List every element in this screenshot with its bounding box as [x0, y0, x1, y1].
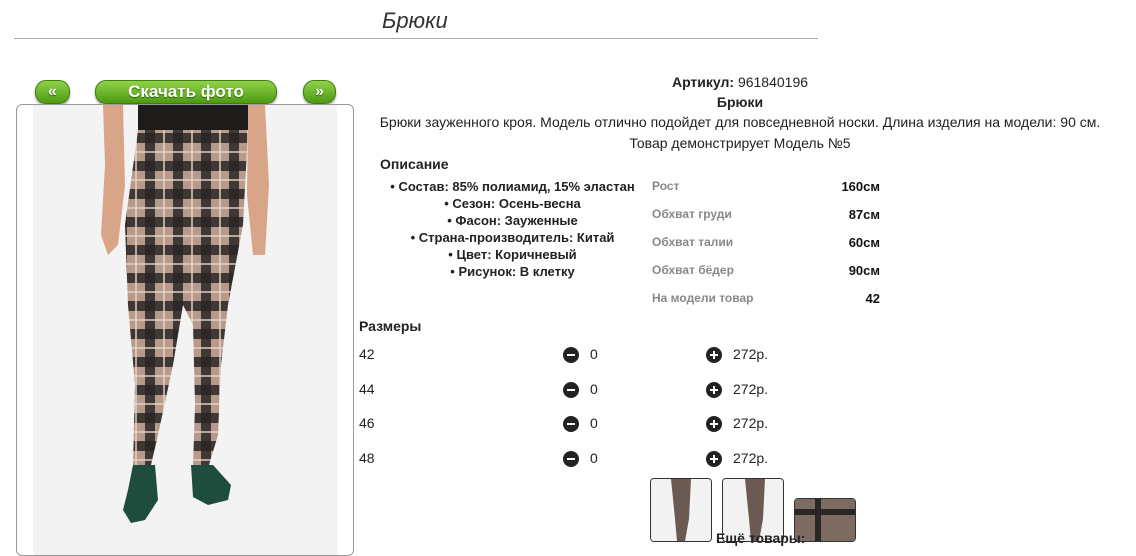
product-description: Брюки зауженного кроя. Модель отлично по… — [379, 114, 1101, 130]
size-label: 46 — [359, 415, 375, 431]
quantity-value: 0 — [590, 381, 598, 397]
quantity-value: 0 — [590, 415, 598, 431]
quantity-value: 0 — [590, 346, 598, 362]
description-item: Фасон: Зауженные — [375, 212, 650, 229]
quantity-value: 0 — [590, 450, 598, 466]
plus-circle-icon[interactable] — [706, 416, 722, 432]
minus-circle-icon[interactable] — [563, 416, 579, 432]
minus-circle-icon[interactable] — [563, 382, 579, 398]
size-row: 48 0 272р. — [359, 450, 799, 470]
download-photo-button[interactable]: Скачать фото — [95, 80, 277, 104]
measurement-value: 160см — [841, 179, 880, 194]
size-row: 44 0 272р. — [359, 381, 799, 401]
next-photo-button[interactable]: » — [303, 80, 336, 104]
product-photo[interactable] — [16, 104, 354, 556]
minus-circle-icon[interactable] — [563, 451, 579, 467]
more-products-heading: Ещё товары: — [716, 530, 806, 546]
size-label: 42 — [359, 346, 375, 362]
plus-circle-icon[interactable] — [706, 347, 722, 363]
description-item: Цвет: Коричневый — [375, 246, 650, 263]
description-item: Страна-производитель: Китай — [375, 229, 650, 246]
size-row: 46 0 272р. — [359, 415, 799, 435]
measurement-label: Обхват талии — [652, 235, 734, 249]
price: 272р. — [733, 450, 769, 466]
measurement-label: На модели товар — [652, 291, 754, 305]
title-divider — [14, 38, 818, 39]
measurement-value: 90см — [848, 263, 880, 278]
thumbnail-1[interactable] — [650, 478, 712, 542]
plus-circle-icon[interactable] — [706, 451, 722, 467]
description-item: Состав: 85% полиамид, 15% эластан — [375, 178, 650, 195]
product-name: Брюки — [716, 94, 764, 110]
sizes-heading: Размеры — [359, 318, 422, 334]
description-item: Сезон: Осень-весна — [375, 195, 650, 212]
measurement-label: Рост — [652, 179, 680, 193]
size-row: 42 0 272р. — [359, 346, 799, 366]
measurement-label: Обхват груди — [652, 207, 732, 221]
plus-circle-icon[interactable] — [706, 382, 722, 398]
size-label: 48 — [359, 450, 375, 466]
measurement-value: 42 — [865, 291, 880, 306]
minus-circle-icon[interactable] — [563, 347, 579, 363]
measurement-value: 60см — [848, 235, 880, 250]
article-label: Артикул: — [671, 74, 735, 90]
price: 272р. — [733, 415, 769, 431]
article-number: 961840196 — [737, 74, 809, 90]
price: 272р. — [733, 346, 769, 362]
prev-photo-button[interactable]: « — [35, 80, 70, 104]
measurement-label: Обхват бёдер — [652, 263, 734, 277]
description-heading: Описание — [380, 156, 449, 172]
size-label: 44 — [359, 381, 375, 397]
thumbnail-image — [651, 479, 711, 541]
price: 272р. — [733, 381, 769, 397]
model-note: Товар демонстрирует Модель №5 — [629, 135, 851, 151]
measurement-value: 87см — [848, 207, 880, 222]
description-item: Рисунок: В клетку — [375, 263, 650, 280]
description-list: Состав: 85% полиамид, 15% эластан Сезон:… — [375, 178, 650, 280]
product-image — [101, 105, 269, 523]
page-title: Брюки — [382, 8, 448, 33]
